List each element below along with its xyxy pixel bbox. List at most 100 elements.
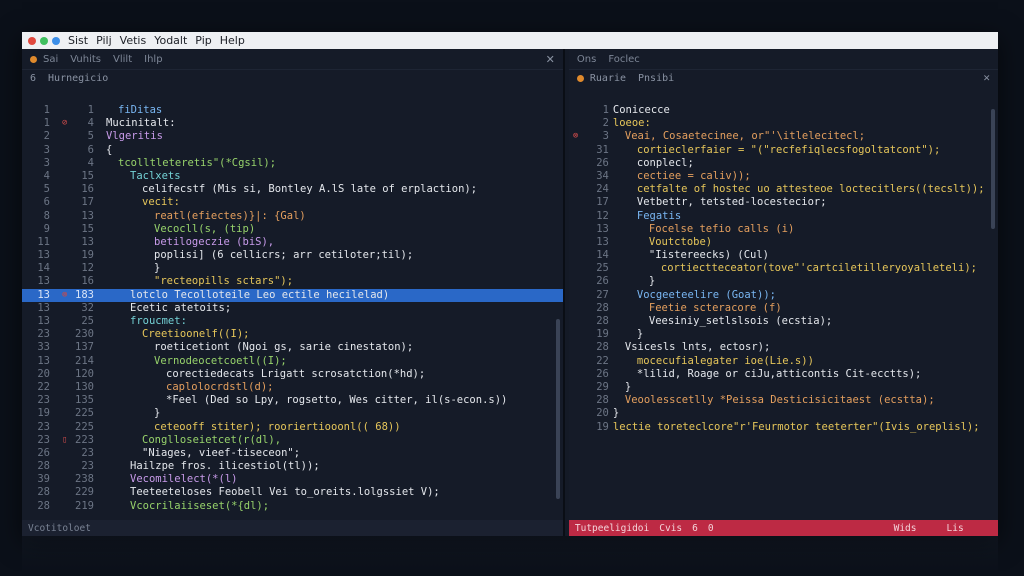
line-number: 11 [37, 235, 50, 248]
line-number-secondary: 19 [81, 249, 94, 262]
breakpoint-icon[interactable]: ⊘ [62, 117, 67, 130]
code-line[interactable]: 14 12} [22, 262, 563, 275]
code-line[interactable]: 23 230 Creetioonelf((I); [22, 328, 563, 341]
code-line[interactable]: 9 15 Vecocll(s, (tip) [22, 223, 563, 236]
code-line[interactable]: 13 32 Ecetic atetoits; [22, 302, 563, 315]
code-line[interactable]: 22 mocecufialegater ioe(Lie.s)) [569, 355, 998, 368]
code-line[interactable]: 28 229 Teeteeteloses Feobell Vei to_oreits… [22, 486, 563, 499]
line-number: 27 [596, 288, 609, 301]
code-line[interactable]: 2 loeoe: [569, 117, 998, 130]
code-line[interactable]: 33 137 roeticetiont (Ngoi gs, sarie cinest… [22, 341, 563, 354]
code-line[interactable]: 3 ⊗ Veai, Cosaetecinee, or"'\itlelecitecl; [569, 130, 998, 143]
code-line[interactable]: 23 135 *Feel (Ded so Lpy, rogsetto, Wes ci… [22, 394, 563, 407]
breakpoint-icon[interactable]: ⊗ [573, 130, 578, 143]
left-vertical-scrollbar[interactable] [555, 319, 560, 499]
code-line[interactable]: 26 23 "Niages, vieef-tiseceon"; [22, 447, 563, 460]
minimize-window-dot[interactable] [52, 36, 60, 45]
left-tab-0[interactable]: 6 [30, 73, 36, 84]
code-line[interactable]: 28 Vsicesls lnts, ectosr); [569, 341, 998, 354]
code-line[interactable]: 1 4 ⊘ Mucinitalt: [22, 117, 563, 130]
code-line[interactable]: 13 19 poplisi] (6 cellicrs; arr cetiloter;… [22, 249, 563, 262]
left-header-0[interactable]: Sai [43, 54, 58, 65]
code-text: } [636, 328, 644, 341]
code-line[interactable]: 22 130 caplolocrdstl(d); [22, 381, 563, 394]
line-number: 13 [37, 354, 50, 367]
right-code-area[interactable]: 1 Conicecce 2 loeoe: 3 ⊗ Veai, Cosaetecinee, o… [569, 104, 998, 434]
code-line[interactable]: 13 183 ⊗ lotclo Tecolloteile Leo ectile hec… [22, 288, 563, 302]
code-line[interactable]: 23 225 ceteooff stiter); rooriertiooonl(( … [22, 421, 563, 434]
menu-item-5[interactable]: Help [220, 34, 245, 47]
code-line[interactable]: 23 223 ▯ Conglloseietcet(r(dl), [22, 434, 563, 447]
code-line[interactable]: 20 120 corectiedecats Lrigatt scrosatction… [22, 368, 563, 381]
code-line[interactable]: 13 Focelse tefio calls (i) [569, 223, 998, 236]
right-header-1[interactable]: Foclec [608, 54, 639, 65]
close-icon[interactable]: ✕ [983, 71, 990, 84]
line-number-secondary: 135 [75, 394, 94, 407]
code-line[interactable]: 12 Fegatis [569, 210, 998, 223]
code-line[interactable]: 3 4 tcolltleteretis"(*Cgsil); [22, 157, 563, 170]
close-icon[interactable]: ✕ [546, 53, 555, 66]
code-line[interactable]: 6 17 vecit: [22, 196, 563, 209]
code-line[interactable]: 13 25 froucmet: [22, 315, 563, 328]
line-number-secondary: 15 [81, 169, 94, 182]
code-line[interactable]: 13 16 "recteopills sctars"); [22, 275, 563, 288]
code-line[interactable]: 13 Voutctobe) [569, 236, 998, 249]
code-line[interactable]: 28 23 Hailzpe fros. ilicestiol(tl)); [22, 460, 563, 473]
right-tab-0[interactable]: Ruarie [590, 73, 626, 84]
line-number-secondary: 230 [75, 328, 94, 341]
code-line[interactable]: 26 conplecl; [569, 157, 998, 170]
code-line[interactable]: 17 Vetbettr, tetsted-locestecior; [569, 196, 998, 209]
code-line[interactable]: 5 16 celifecstf (Mis si, Bontley A.lS late… [22, 183, 563, 196]
maximize-window-dot[interactable] [40, 36, 48, 45]
right-editor-pane[interactable]: Ons Foclec Ruarie Pnsibi ✕ 1 Conicecce 2 lo… [568, 49, 998, 536]
code-text: caplolocrdstl(d); [166, 380, 274, 393]
line-number: 14 [37, 262, 50, 275]
code-text: Teeteeteloses Feobell Vei to_oreits.lolg… [130, 486, 440, 499]
code-line[interactable]: 14 "Iistereecks) (Cul) [569, 249, 998, 262]
code-line[interactable]: 26 *lilid, Roage or ciJu,atticontis Cit-e… [569, 368, 998, 381]
code-line[interactable]: 2 5 Vlgeritis [22, 130, 563, 143]
code-line[interactable]: 19} [569, 328, 998, 341]
left-header-1[interactable]: Vuhits [70, 54, 101, 65]
code-line[interactable]: 34 cectiee = caliv)); [569, 170, 998, 183]
menu-item-1[interactable]: Pilj [96, 34, 112, 47]
code-line[interactable]: 28 Veesiniy_setlslsois (ecstia); [569, 315, 998, 328]
code-line[interactable]: 29} [569, 381, 998, 394]
code-line[interactable]: 39 238 Vecomilelect(*(l) [22, 473, 563, 486]
code-line[interactable]: 19 lectie toreteclcore"r'Feurmotor teeter… [569, 421, 998, 434]
code-line[interactable]: 28 Feetie scteracore (f) [569, 302, 998, 315]
line-number: 26 [596, 275, 609, 288]
code-line[interactable]: 25 cortiectteceator(tove"'cartciletillery… [569, 262, 998, 275]
left-editor-pane[interactable]: Sai Vuhits Vlilt Ihlp ✕ 6 Hurnegicio 11f… [22, 49, 565, 536]
menu-item-2[interactable]: Vetis [120, 34, 147, 47]
line-number: 26 [37, 446, 50, 459]
left-code-area[interactable]: 1 1 fiDitas 1 4 ⊘ Mucinitalt: 2 5 Vlgeritis 3 6{3 4 t… [22, 104, 563, 513]
code-line[interactable]: 1 Conicecce [569, 104, 998, 117]
code-line[interactable]: 8 13 reatl(efiectes)}|: {Gal) [22, 210, 563, 223]
code-line[interactable]: 28 Veoolesscetlly *Peissa Desticisicitaes… [569, 394, 998, 407]
code-line[interactable]: 27 Vocgeeteelire (Goat)); [569, 289, 998, 302]
menu-item-4[interactable]: Pip [195, 34, 211, 47]
right-tab-1[interactable]: Pnsibi [638, 73, 674, 84]
code-line[interactable]: 3 6 { [22, 144, 563, 157]
code-line[interactable]: 26} [569, 275, 998, 288]
code-line[interactable]: 13 214 Vernodeocetcoetl((I); [22, 355, 563, 368]
menu-item-3[interactable]: Yodalt [154, 34, 187, 47]
close-window-dot[interactable] [28, 36, 36, 45]
breakpoint-icon[interactable]: ▯ [62, 434, 67, 447]
right-vertical-scrollbar[interactable] [991, 109, 995, 229]
code-line[interactable]: 20} [569, 407, 998, 420]
code-line[interactable]: 11 13 betilogeczie (biS), [22, 236, 563, 249]
left-header-2[interactable]: Vlilt [113, 54, 132, 65]
code-line[interactable]: 4 15 Taclxets [22, 170, 563, 183]
left-header-3[interactable]: Ihlp [144, 54, 162, 65]
code-line[interactable]: 31 cortieclerfaier = "("recfefiqlecsfogol… [569, 144, 998, 157]
left-tab-1[interactable]: Hurnegicio [48, 73, 108, 84]
breakpoint-icon[interactable]: ⊗ [62, 289, 67, 302]
code-line[interactable]: 28 219 Vcocrilaiiseset(*{dl); [22, 500, 563, 513]
right-header-0[interactable]: Ons [577, 54, 596, 65]
code-line[interactable]: 1 1 fiDitas [22, 104, 563, 117]
code-line[interactable]: 19 225} [22, 407, 563, 420]
code-line[interactable]: 24 cetfalte of hostec uo attesteoe loctec… [569, 183, 998, 196]
menu-item-0[interactable]: Sist [68, 34, 88, 47]
